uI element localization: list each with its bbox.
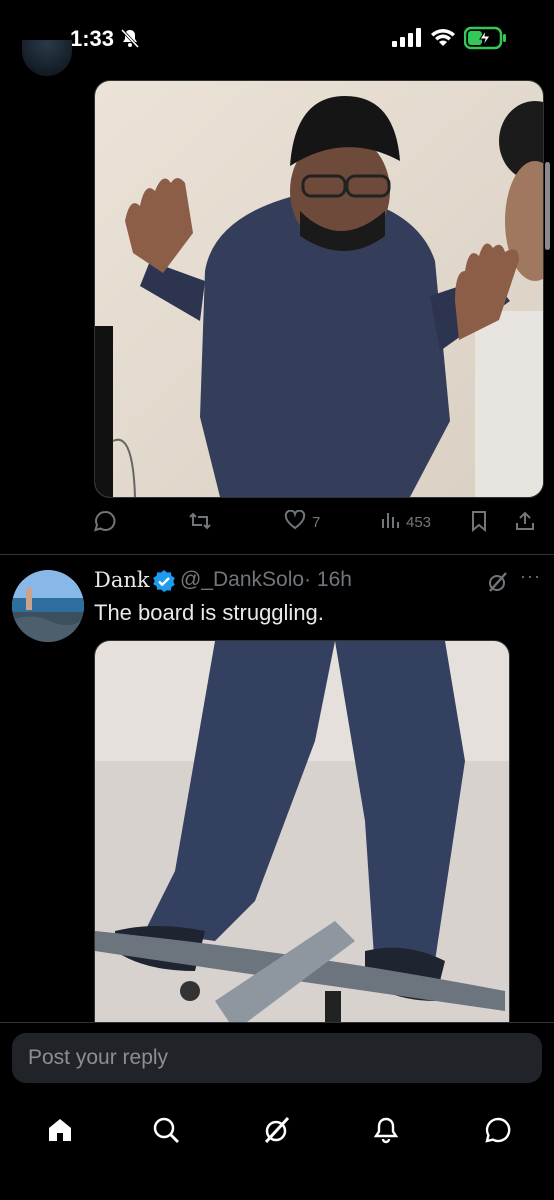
verified-badge-icon <box>152 569 176 598</box>
display-name[interactable]: Dank <box>94 568 150 592</box>
retweet-icon <box>188 510 212 536</box>
avatar[interactable] <box>12 570 84 642</box>
battery-charging-icon <box>463 26 508 55</box>
handle-and-time[interactable]: @_DankSolo· 16h <box>180 568 352 592</box>
tweet-image[interactable] <box>94 640 510 1042</box>
bell-slash-icon <box>120 28 140 55</box>
grok-icon[interactable] <box>257 1110 297 1150</box>
like-button[interactable]: 7 <box>284 509 321 534</box>
views-icon <box>380 510 400 534</box>
wifi-icon <box>430 26 456 53</box>
reply-icon <box>94 510 116 536</box>
notifications-icon[interactable] <box>366 1110 406 1150</box>
share-button[interactable] <box>514 510 536 536</box>
divider <box>0 554 554 555</box>
tweet-image[interactable] <box>94 80 544 498</box>
like-count: 7 <box>312 513 321 531</box>
reply-button[interactable] <box>94 510 122 536</box>
timestamp[interactable]: · 16h <box>304 568 352 591</box>
reply-input[interactable] <box>12 1033 542 1083</box>
tweet-text: The board is struggling. <box>94 600 324 625</box>
avatar[interactable] <box>22 40 72 76</box>
search-icon[interactable] <box>146 1110 186 1150</box>
views-count: 453 <box>406 513 432 531</box>
bottom-tab-bar <box>0 1092 554 1200</box>
status-time: 1:33 <box>70 26 115 51</box>
tweet-actions: 7 453 <box>94 509 544 540</box>
bookmark-button[interactable] <box>470 510 488 536</box>
scrollbar[interactable] <box>545 162 550 250</box>
share-icon <box>514 510 536 536</box>
grok-icon[interactable] <box>486 570 510 599</box>
retweet-button[interactable] <box>188 510 218 536</box>
bookmark-icon <box>470 510 488 536</box>
more-options-icon[interactable]: ··· <box>520 566 541 587</box>
signal-icon <box>392 28 422 53</box>
messages-icon[interactable] <box>478 1110 518 1150</box>
home-icon[interactable] <box>40 1110 80 1150</box>
heart-icon <box>284 509 306 534</box>
views-button[interactable]: 453 <box>380 510 431 534</box>
handle[interactable]: @_DankSolo <box>180 568 304 591</box>
